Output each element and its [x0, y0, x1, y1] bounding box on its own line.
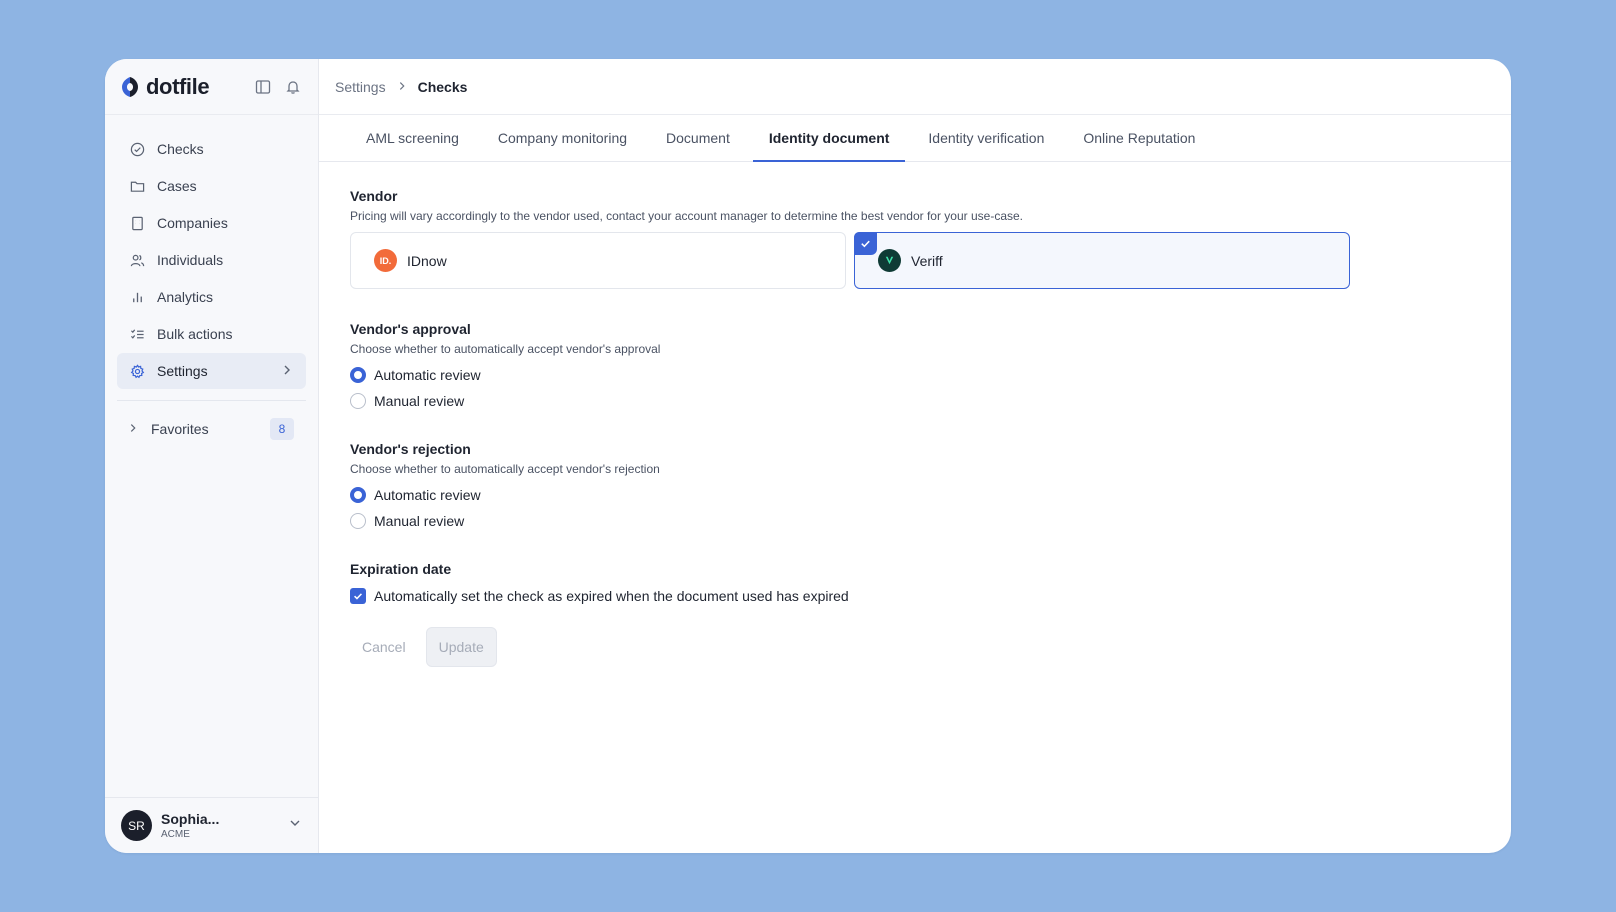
sidebar-toggle-icon[interactable]: [254, 78, 272, 96]
check-type-tabs: AML screening Company monitoring Documen…: [319, 115, 1511, 162]
radio-button-checked[interactable]: [350, 367, 366, 383]
folder-icon: [129, 178, 145, 194]
vendor-options: ID. IDnow Veriff: [350, 232, 1480, 289]
sidebar-item-cases[interactable]: Cases: [117, 168, 306, 204]
sidebar-divider: [117, 400, 306, 401]
settings-form: Vendor Pricing will vary accordingly to …: [319, 162, 1511, 693]
tab-online-reputation[interactable]: Online Reputation: [1067, 115, 1211, 161]
list-checks-icon: [129, 326, 145, 342]
chevron-down-icon: [288, 816, 302, 835]
vendor-description: Pricing will vary accordingly to the ven…: [350, 209, 1024, 223]
radio-label: Automatic review: [374, 487, 481, 503]
veriff-logo-icon: [878, 249, 901, 272]
user-name: Sophia...: [161, 811, 220, 827]
gear-icon: [129, 363, 145, 379]
approval-description: Choose whether to automatically accept v…: [350, 342, 661, 356]
tab-aml-screening[interactable]: AML screening: [350, 115, 475, 161]
main-panel: Settings Checks AML screening Company mo…: [319, 59, 1511, 853]
sidebar-item-label: Settings: [157, 363, 208, 379]
logo[interactable]: dotfile: [121, 73, 210, 100]
expiration-checkbox-row[interactable]: Automatically set the check as expired w…: [350, 588, 1480, 604]
rejection-manual-option[interactable]: Manual review: [350, 513, 1480, 529]
sidebar-item-label: Companies: [157, 215, 228, 231]
bar-chart-icon: [129, 289, 145, 305]
sidebar-item-companies[interactable]: Companies: [117, 205, 306, 241]
vendor-name: IDnow: [407, 252, 447, 269]
chevron-right-icon: [280, 363, 294, 380]
approval-automatic-option[interactable]: Automatic review: [350, 367, 1480, 383]
sidebar-item-individuals[interactable]: Individuals: [117, 242, 306, 278]
tab-identity-document[interactable]: Identity document: [752, 115, 906, 162]
idnow-logo-icon: ID.: [374, 249, 397, 272]
rejection-automatic-option[interactable]: Automatic review: [350, 487, 1480, 503]
vendor-title: Vendor: [350, 188, 398, 204]
rejection-title: Vendor's rejection: [350, 441, 471, 457]
breadcrumb-current: Checks: [417, 78, 468, 95]
approval-manual-option[interactable]: Manual review: [350, 393, 1480, 409]
sidebar-item-label: Bulk actions: [157, 326, 233, 342]
rejection-description: Choose whether to automatically accept v…: [350, 462, 660, 476]
sidebar-item-label: Analytics: [157, 289, 214, 305]
sidebar-item-label: Cases: [157, 178, 197, 194]
update-button[interactable]: Update: [425, 627, 497, 667]
radio-button-checked[interactable]: [350, 487, 366, 503]
sidebar-item-bulk-actions[interactable]: Bulk actions: [117, 316, 306, 352]
sidebar-item-analytics[interactable]: Analytics: [117, 279, 306, 315]
vendor-option-veriff[interactable]: Veriff: [854, 232, 1350, 289]
sidebar: dotfile Checks Cases Companies Individua…: [105, 59, 319, 853]
brand-name: dotfile: [146, 73, 210, 99]
sidebar-nav: Checks Cases Companies Individuals Analy…: [105, 115, 318, 390]
dotfile-logo-icon: [122, 76, 138, 97]
check-icon: [854, 232, 877, 255]
sidebar-header: dotfile: [105, 59, 318, 115]
favorites-count-badge: 8: [270, 418, 294, 440]
bell-icon[interactable]: [284, 78, 302, 96]
user-org: ACME: [161, 829, 190, 840]
radio-label: Automatic review: [374, 367, 481, 383]
sidebar-item-checks[interactable]: Checks: [117, 131, 306, 167]
tab-identity-verification[interactable]: Identity verification: [912, 115, 1060, 161]
check-circle-icon: [129, 141, 145, 157]
radio-button[interactable]: [350, 513, 366, 529]
breadcrumb: Settings Checks: [319, 59, 1511, 115]
favorites-label: Favorites: [151, 421, 209, 437]
form-actions: Cancel Update: [350, 627, 1480, 667]
avatar: SR: [121, 810, 152, 841]
vendor-rejection-group: Vendor's rejection Choose whether to aut…: [350, 441, 1480, 529]
vendor-approval-group: Vendor's approval Choose whether to auto…: [350, 321, 1480, 409]
sidebar-item-label: Individuals: [157, 252, 224, 268]
vendor-option-idnow[interactable]: ID. IDnow: [350, 232, 846, 289]
cancel-button[interactable]: Cancel: [350, 627, 418, 667]
user-menu[interactable]: SR Sophia... ACME: [105, 797, 318, 853]
radio-button[interactable]: [350, 393, 366, 409]
expiration-group: Expiration date Automatically set the ch…: [350, 561, 1480, 604]
vendor-name: Veriff: [911, 252, 943, 269]
expiration-title: Expiration date: [350, 561, 452, 577]
breadcrumb-settings[interactable]: Settings: [335, 79, 386, 95]
sidebar-item-label: Checks: [157, 141, 204, 157]
sidebar-item-settings[interactable]: Settings: [117, 353, 306, 389]
radio-label: Manual review: [374, 513, 465, 529]
app-window: dotfile Checks Cases Companies Individua…: [105, 59, 1511, 853]
favorites-toggle[interactable]: Favorites 8: [105, 411, 306, 447]
approval-title: Vendor's approval: [350, 321, 471, 337]
tab-document[interactable]: Document: [650, 115, 746, 161]
users-icon: [129, 252, 145, 268]
checkbox-label: Automatically set the check as expired w…: [374, 588, 849, 604]
tab-company-monitoring[interactable]: Company monitoring: [482, 115, 643, 161]
chevron-right-icon: [127, 421, 139, 437]
building-icon: [129, 215, 145, 231]
checkbox-checked[interactable]: [350, 588, 366, 604]
chevron-right-icon: [396, 79, 408, 95]
radio-label: Manual review: [374, 393, 465, 409]
